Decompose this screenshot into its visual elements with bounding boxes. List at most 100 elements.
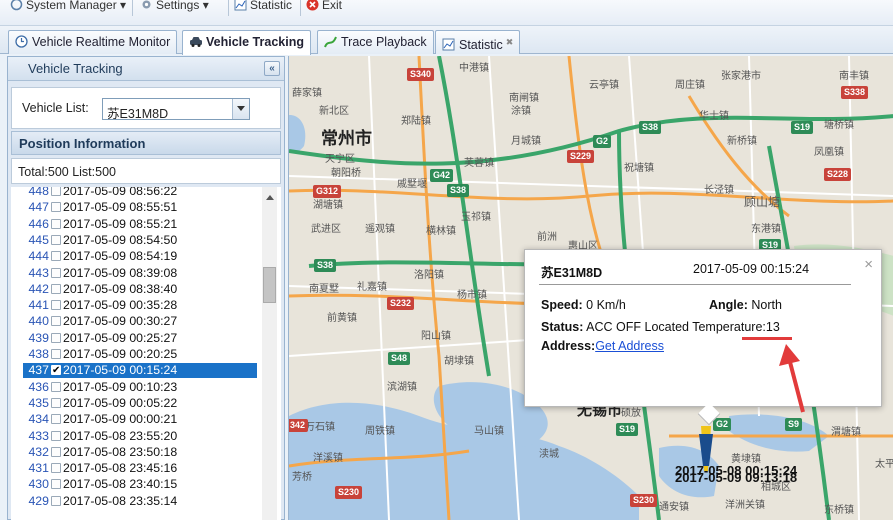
list-item[interactable]: 443 2017-05-09 08:39:08 xyxy=(23,266,258,281)
scroll-up-icon[interactable] xyxy=(266,195,274,200)
popup-angle: Angle: North xyxy=(709,298,782,312)
position-number: 435 xyxy=(28,395,49,410)
list-item[interactable]: 434 2017-05-09 00:00:21 xyxy=(23,412,258,427)
list-item[interactable]: 438 2017-05-09 00:20:25 xyxy=(23,347,258,362)
position-checkbox[interactable] xyxy=(51,267,61,278)
get-address-link[interactable]: Get Address xyxy=(595,339,664,353)
position-number: 433 xyxy=(28,428,49,443)
position-number: 430 xyxy=(28,477,49,492)
scrollbar-thumb[interactable] xyxy=(263,267,276,303)
map-place-label: 杨市镇 xyxy=(457,290,487,301)
list-item[interactable]: 442 2017-05-09 08:38:40 xyxy=(23,282,258,297)
chevron-down-icon[interactable] xyxy=(232,99,249,119)
map-place-label: 洋洲关镇 xyxy=(725,500,765,511)
vehicle-select[interactable]: 苏E31M8D xyxy=(102,98,250,121)
close-icon[interactable]: ✖ xyxy=(506,31,514,53)
position-number: 442 xyxy=(28,281,49,296)
map-place-label: 前黄镇 xyxy=(327,313,357,324)
menu-statistic-label: Statistic xyxy=(250,0,293,12)
list-item[interactable]: 446 2017-05-09 08:55:21 xyxy=(23,217,258,232)
popup-speed: Speed: 0 Km/h xyxy=(541,298,626,312)
map-place-label: 横林镇 xyxy=(426,226,456,237)
menu-divider xyxy=(300,0,301,16)
list-item[interactable]: 445 2017-05-09 08:54:50 xyxy=(23,233,258,248)
position-checkbox[interactable] xyxy=(51,363,61,378)
position-time: 2017-05-08 23:45:16 xyxy=(63,461,178,476)
list-item[interactable]: 439 2017-05-09 00:25:27 xyxy=(23,331,258,346)
map-place-label: 戚墅堰 xyxy=(397,179,427,190)
position-number: 443 xyxy=(28,265,49,280)
position-time: 2017-05-09 08:54:50 xyxy=(63,232,178,247)
road-shield: S19 xyxy=(616,423,639,436)
list-scrollbar[interactable] xyxy=(262,187,277,520)
position-number: 441 xyxy=(28,298,49,313)
list-item[interactable]: 435 2017-05-09 00:05:22 xyxy=(23,396,258,411)
car-icon xyxy=(189,33,202,47)
position-checkbox[interactable] xyxy=(51,414,61,425)
list-item[interactable]: 432 2017-05-08 23:50:18 xyxy=(23,445,258,460)
menu-system-manager[interactable]: System Manager ▾ xyxy=(10,0,126,16)
menu-system-manager-label: System Manager xyxy=(26,0,117,12)
tab-vehicle-tracking[interactable]: Vehicle Tracking xyxy=(182,30,311,55)
map-place-label: 凤凰镇 xyxy=(814,147,844,158)
map-place-label: 朝阳桥 xyxy=(331,168,361,179)
list-item[interactable]: 440 2017-05-09 00:30:27 xyxy=(23,314,258,329)
position-checkbox[interactable] xyxy=(51,381,61,392)
list-item[interactable]: 436 2017-05-09 00:10:23 xyxy=(23,380,258,395)
position-checkbox[interactable] xyxy=(51,218,61,229)
position-checkbox[interactable] xyxy=(51,349,61,359)
position-number: 447 xyxy=(28,200,49,215)
position-checkbox[interactable] xyxy=(51,251,61,262)
tab-vehicle-realtime-monitor[interactable]: Vehicle Realtime Monitor xyxy=(8,30,178,54)
road-shield: S48 xyxy=(388,352,411,365)
position-number: 429 xyxy=(28,493,49,508)
position-number: 432 xyxy=(28,444,49,459)
position-checkbox[interactable] xyxy=(51,463,61,474)
list-item[interactable]: 444 2017-05-09 08:54:19 xyxy=(23,249,258,264)
popup-time: 2017-05-09 00:15:24 xyxy=(693,262,810,276)
list-item[interactable]: 433 2017-05-08 23:55:20 xyxy=(23,429,258,444)
list-item[interactable]: 447 2017-05-09 08:55:51 xyxy=(23,200,258,215)
list-item[interactable]: 437 2017-05-09 00:15:24 xyxy=(23,363,257,379)
position-time: 2017-05-08 23:55:20 xyxy=(63,428,178,443)
position-checkbox[interactable] xyxy=(51,316,61,327)
collapse-button[interactable]: « xyxy=(264,61,280,76)
position-checkbox[interactable] xyxy=(51,187,61,196)
map-place-label: 胡埭镇 xyxy=(444,356,474,367)
position-time: 2017-05-09 00:20:25 xyxy=(63,347,178,361)
position-checkbox[interactable] xyxy=(51,332,61,343)
marker-time-label: 2017-05-09 09:13:18 xyxy=(675,470,798,485)
position-checkbox[interactable] xyxy=(51,234,61,245)
position-checkbox[interactable] xyxy=(51,495,61,506)
list-item[interactable]: 430 2017-05-08 23:40:15 xyxy=(23,477,258,492)
position-checkbox[interactable] xyxy=(51,300,61,311)
menu-exit[interactable]: Exit xyxy=(306,0,342,16)
position-checkbox[interactable] xyxy=(51,479,61,490)
position-time: 2017-05-09 00:00:21 xyxy=(63,412,178,427)
list-item[interactable]: 429 2017-05-08 23:35:14 xyxy=(23,494,258,509)
menu-settings[interactable]: Settings ▾ xyxy=(140,0,209,16)
vehicle-select-value: 苏E31M8D xyxy=(107,107,169,121)
position-checkbox[interactable] xyxy=(51,283,61,294)
popup-status: Status: ACC OFF Located Temperature:13 xyxy=(541,320,780,334)
tab-statistic[interactable]: Statistic ✖ xyxy=(435,30,521,54)
position-checkbox[interactable] xyxy=(51,202,61,213)
list-item[interactable]: 448 2017-05-09 08:56:22 xyxy=(23,187,258,199)
tab-label: Vehicle Realtime Monitor xyxy=(32,35,171,49)
address-label: Address: xyxy=(541,339,596,353)
position-time: 2017-05-09 08:38:40 xyxy=(63,281,178,296)
road-shield: 342 xyxy=(289,419,309,432)
chart-icon xyxy=(234,0,247,11)
map-place-label: 中港镇 xyxy=(459,63,489,74)
position-checkbox[interactable] xyxy=(51,397,61,408)
position-checkbox[interactable] xyxy=(51,430,61,441)
road-shield: S19 xyxy=(791,121,814,134)
list-item[interactable]: 431 2017-05-08 23:45:16 xyxy=(23,461,258,476)
position-checkbox[interactable] xyxy=(51,446,61,457)
list-item[interactable]: 441 2017-05-09 00:35:28 xyxy=(23,298,258,313)
menu-statistic[interactable]: Statistic xyxy=(234,0,292,16)
menu-exit-label: Exit xyxy=(322,0,343,12)
close-icon[interactable]: × xyxy=(864,256,873,273)
tab-trace-playback[interactable]: Trace Playback xyxy=(317,30,434,54)
top-menu: System Manager ▾ Settings ▾ Statistic Ex… xyxy=(0,0,893,26)
